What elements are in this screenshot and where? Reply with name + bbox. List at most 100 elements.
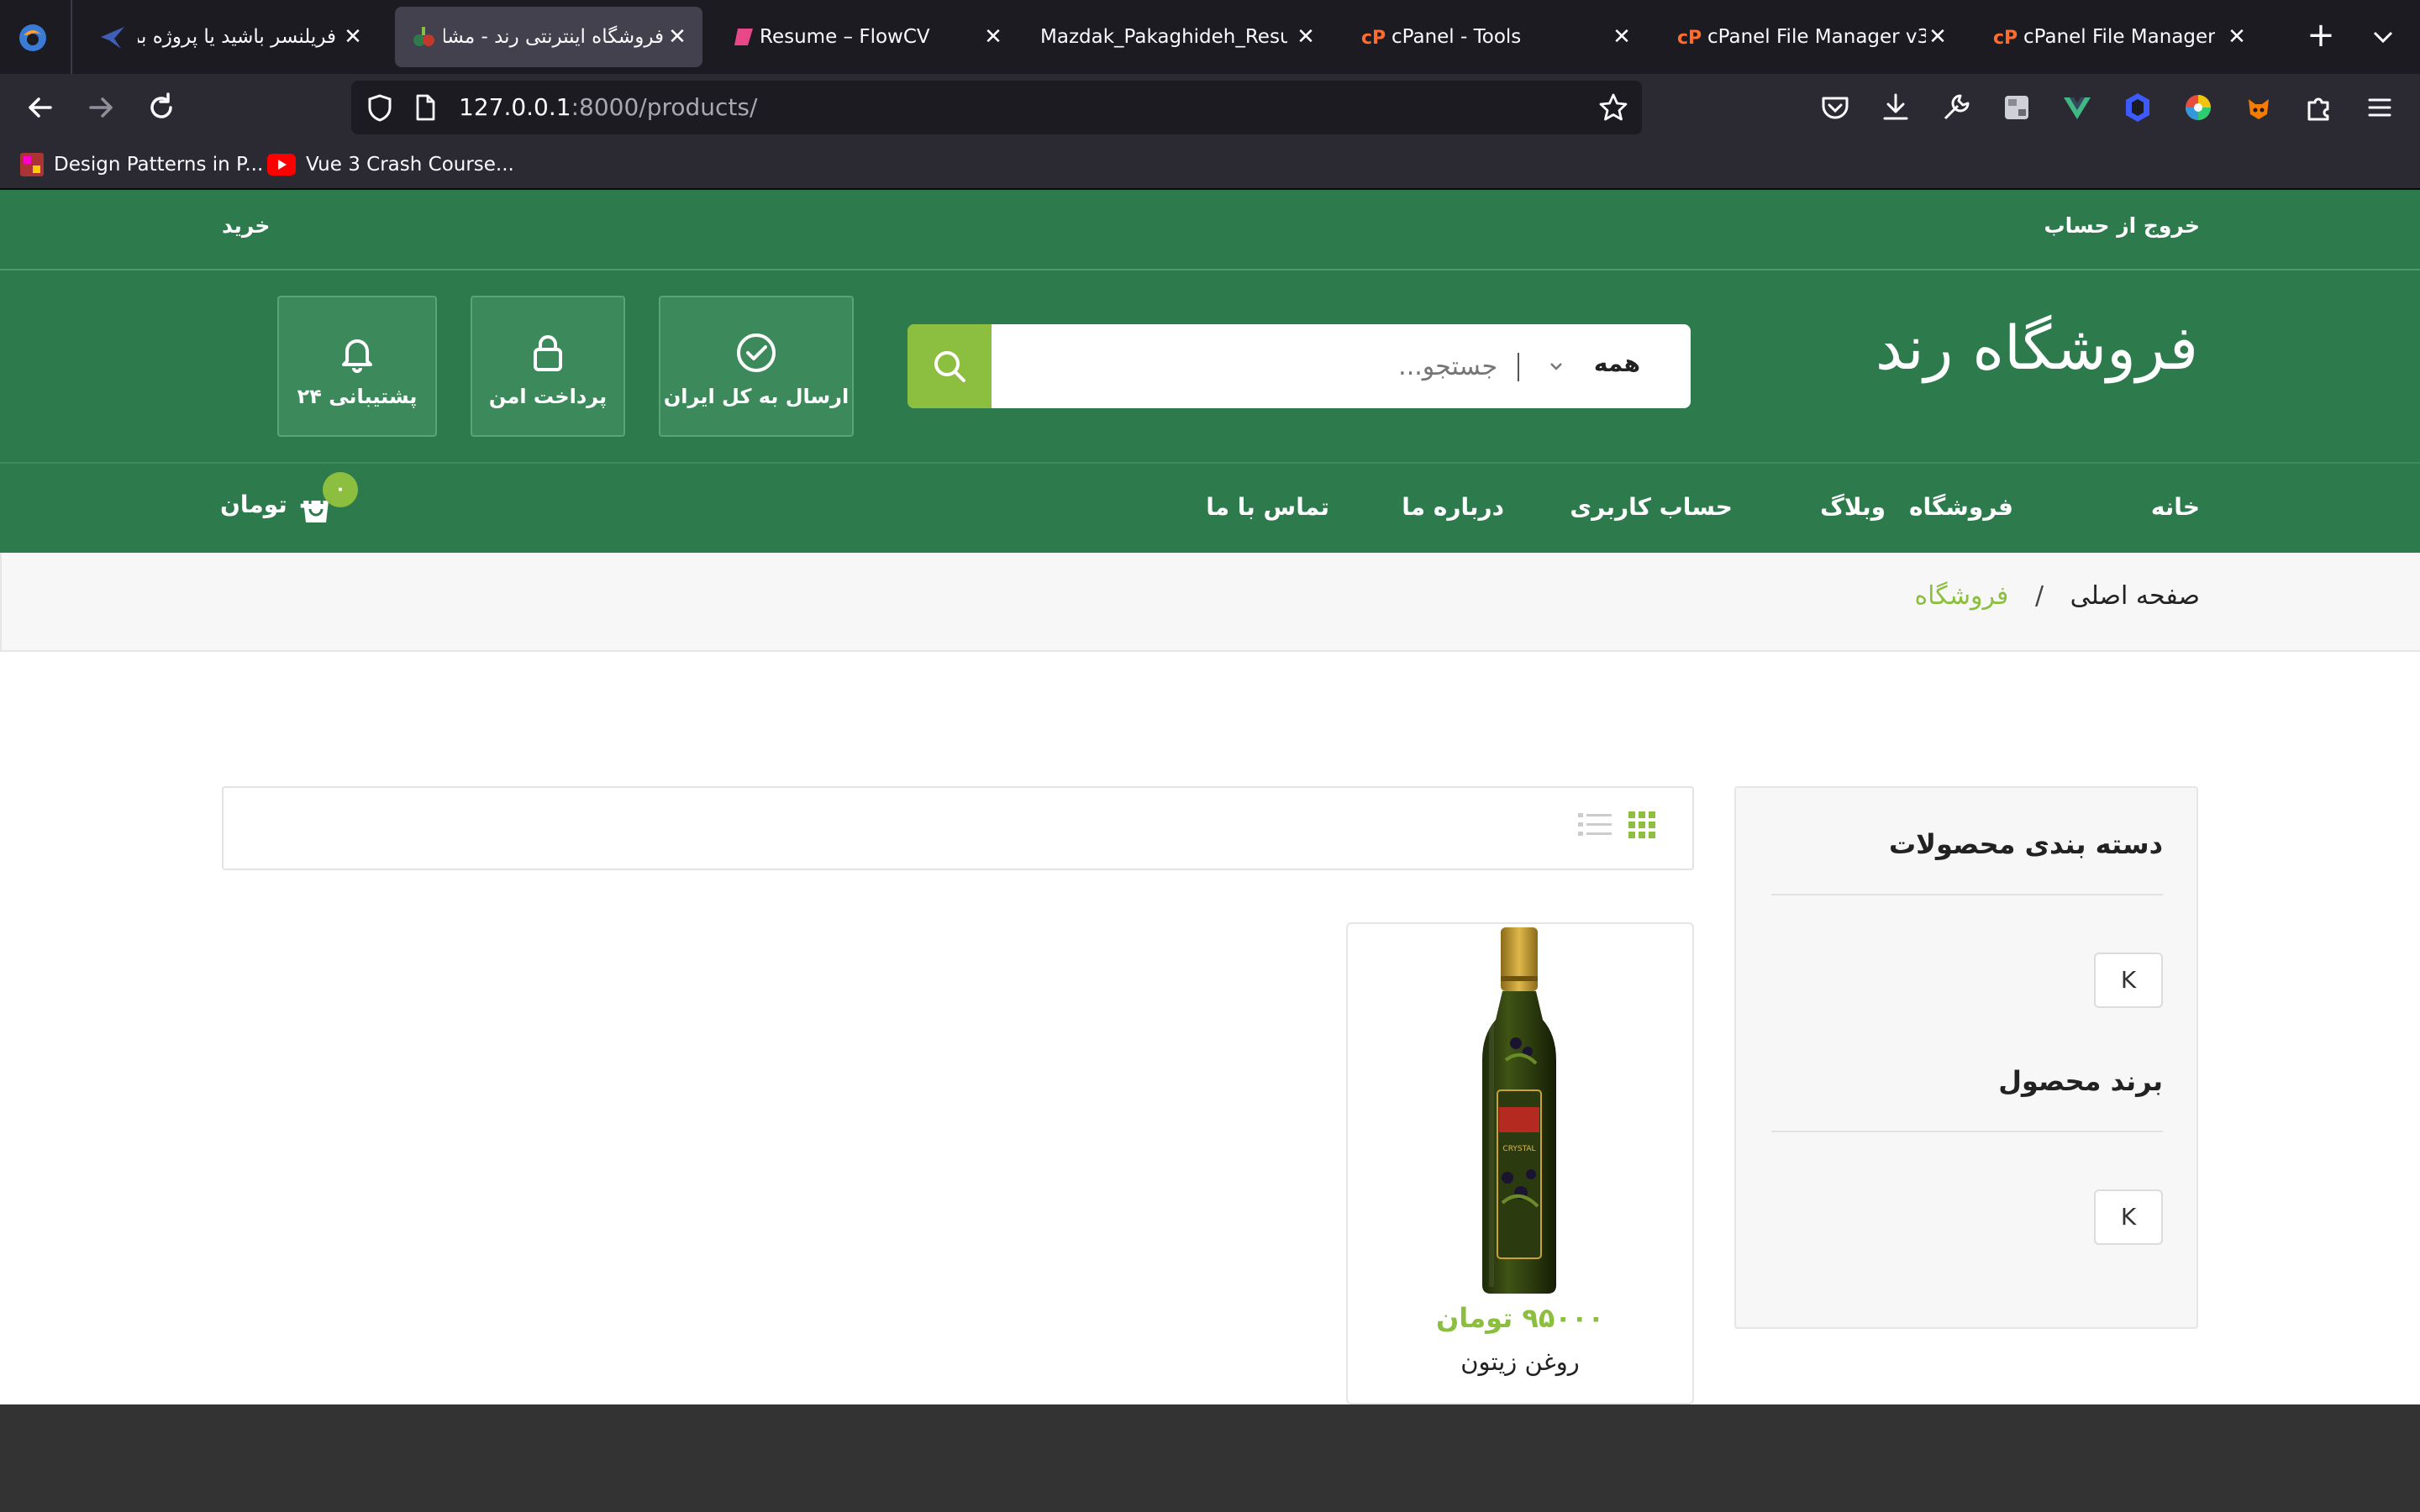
bell-icon xyxy=(335,331,379,375)
extensions-puzzle-icon[interactable] xyxy=(2301,89,2338,126)
nav-home[interactable]: خانه xyxy=(2151,462,2200,553)
pocket-icon[interactable] xyxy=(1817,89,1854,126)
extension-vue-devtools-icon[interactable] xyxy=(2059,89,2096,126)
bookmark-label: Vue 3 Crash Course... xyxy=(306,154,514,176)
bookmark-vue-crash-course[interactable]: Vue 3 Crash Course... xyxy=(267,144,514,185)
site-footer xyxy=(0,1404,2420,1512)
tab-flowcv[interactable]: Resume – FlowCV ✕ xyxy=(716,7,1018,67)
filter-sidebar: دسته بندی محصولات K برند محصول K xyxy=(1734,786,2198,1329)
grid-view-icon[interactable] xyxy=(1625,808,1659,842)
list-tabs-chevron-icon[interactable] xyxy=(2366,20,2400,54)
url-path: :8000/products/ xyxy=(571,93,758,121)
back-arrow-icon[interactable] xyxy=(22,89,59,126)
tab-title: cPanel File Manager v3 xyxy=(1707,26,1926,48)
feature-label: ارسال به کل ایران xyxy=(663,385,850,408)
check-circle-icon xyxy=(734,331,778,375)
breadcrumb: صفحه اصلی / فروشگاه xyxy=(0,553,2420,652)
list-view-icon[interactable] xyxy=(1576,808,1613,842)
bookmark-design-patterns[interactable]: Design Patterns in P... xyxy=(18,144,263,185)
cpanel-icon: cP xyxy=(1677,25,1702,49)
lock-icon xyxy=(526,331,570,375)
bookmark-favicon-icon xyxy=(18,151,45,178)
page-icon[interactable] xyxy=(410,92,440,123)
tab-cpanel-filemanager[interactable]: cP cPanel File Manager v3 ✕ xyxy=(1660,7,1963,67)
search-box: همه xyxy=(908,324,1691,408)
wrench-icon[interactable] xyxy=(1938,89,1975,126)
tab-freelancer[interactable]: فریلنسر باشید یا پروژه برون‌سپاری کنید ✕ xyxy=(82,7,378,67)
extension-color-wheel-icon[interactable] xyxy=(2180,89,2217,126)
nav-shop[interactable]: فروشگاه xyxy=(1909,462,2013,553)
hamburger-menu-icon[interactable] xyxy=(2361,89,2398,126)
breadcrumb-current: فروشگاه xyxy=(1914,581,2009,611)
nav-account[interactable]: حساب کاربری xyxy=(1570,462,1733,553)
cpanel-icon: cP xyxy=(1361,25,1386,49)
extension-screenshot-icon[interactable] xyxy=(1998,89,2035,126)
breadcrumb-home[interactable]: صفحه اصلی xyxy=(2070,581,2200,611)
search-button[interactable] xyxy=(908,324,992,408)
divider xyxy=(1771,894,2163,895)
logout-link[interactable]: خروج از حساب xyxy=(2044,213,2200,238)
svg-text:cP: cP xyxy=(1677,28,1702,49)
close-tab-icon[interactable]: ✕ xyxy=(1924,24,1951,50)
close-tab-icon[interactable]: ✕ xyxy=(1608,24,1635,50)
forward-arrow-icon[interactable] xyxy=(82,89,119,126)
youtube-icon xyxy=(267,154,296,176)
browser-tab-bar: فریلنسر باشید یا پروژه برون‌سپاری کنید ✕… xyxy=(0,0,2420,74)
close-tab-icon[interactable]: ✕ xyxy=(664,24,691,50)
close-tab-icon[interactable]: ✕ xyxy=(2223,24,2250,50)
cart-total: ۰ تومان xyxy=(220,491,310,518)
bookmark-label: Design Patterns in P... xyxy=(54,154,264,176)
tab-title: cPanel File Manager v3 - xyxy=(2023,26,2215,48)
close-tab-icon[interactable]: ✕ xyxy=(1292,24,1319,50)
product-name[interactable]: روغن زیتون xyxy=(1348,1347,1692,1376)
svg-text:cP: cP xyxy=(1361,28,1386,49)
url-host: 127.0.0.1 xyxy=(459,93,571,121)
nav-contact[interactable]: تماس با ما xyxy=(1206,462,1329,553)
cart-count-badge: ۰ xyxy=(323,472,358,507)
downloads-icon[interactable] xyxy=(1877,89,1914,126)
new-tab-button[interactable]: + xyxy=(2302,17,2339,54)
divider xyxy=(1771,1131,2163,1132)
tab-resume-pdf[interactable]: Mazdak_Pakaghideh_Resume ✕ xyxy=(1028,7,1331,67)
tab-title: فروشگاه اینترنتی رند - مشاهده xyxy=(444,26,664,48)
cart-button[interactable]: ۰ تومان ۰ xyxy=(220,470,371,546)
tab-rand-store[interactable]: فروشگاه اینترنتی رند - مشاهده ✕ xyxy=(395,7,702,67)
feature-label: پشتیبانی ۲۴ xyxy=(297,385,418,408)
cpanel-icon: cP xyxy=(1993,25,2018,49)
bookmark-star-icon[interactable] xyxy=(1597,91,1630,124)
product-image[interactable]: CRYSTAL xyxy=(1472,926,1566,1295)
close-tab-icon[interactable]: ✕ xyxy=(980,24,1007,50)
url-bar[interactable]: 127.0.0.1:8000/products/ xyxy=(351,81,1642,134)
bottle-label-text: CRYSTAL xyxy=(1502,1145,1535,1153)
tab-cpanel-tools[interactable]: cP cPanel - Tools ✕ xyxy=(1344,7,1647,67)
tab-title: cPanel - Tools xyxy=(1392,26,1522,48)
feature-shipping: ارسال به کل ایران xyxy=(659,296,854,437)
site-top-strip: خروج از حساب خرید xyxy=(0,190,2420,270)
reload-icon[interactable] xyxy=(143,89,180,126)
tab-cpanel-filemanager-2[interactable]: cP cPanel File Manager v3 - ✕ xyxy=(1976,7,2262,67)
url-text[interactable]: 127.0.0.1:8000/products/ xyxy=(459,81,757,134)
brand-chip[interactable]: K xyxy=(2094,1189,2163,1245)
extension-hexagon-icon[interactable] xyxy=(2119,89,2156,126)
product-price: ۹۵۰۰۰ تومان xyxy=(1435,1302,1604,1334)
svg-text:cP: cP xyxy=(1993,28,2018,49)
shield-icon[interactable] xyxy=(363,91,397,124)
buy-link[interactable]: خرید xyxy=(222,213,270,238)
freelancer-site-icon xyxy=(99,25,124,49)
nav-about[interactable]: درباره ما xyxy=(1402,462,1504,553)
rand-store-favicon xyxy=(412,25,437,49)
search-input[interactable] xyxy=(1010,341,1497,391)
feature-secure-payment: پرداخت امن xyxy=(471,296,625,437)
tab-title: فریلنسر باشید یا پروژه برون‌سپاری کنید xyxy=(138,26,336,48)
search-icon xyxy=(931,348,968,385)
category-chip[interactable]: K xyxy=(2094,953,2163,1008)
search-category-select[interactable]: همه xyxy=(1514,324,1691,408)
close-tab-icon[interactable]: ✕ xyxy=(339,24,366,50)
site-logo[interactable]: فروشگاه رند xyxy=(1876,312,2198,383)
extension-fox-icon[interactable] xyxy=(2240,89,2277,126)
firefox-view-icon[interactable] xyxy=(15,20,50,55)
tab-title: Mazdak_Pakaghideh_Resume xyxy=(1040,26,1287,48)
nav-blog[interactable]: وبلاگ xyxy=(1820,462,1886,553)
product-card[interactable]: CRYSTAL ۹۵۰۰۰ تومان روغن زیتون xyxy=(1346,922,1694,1404)
breadcrumb-separator: / xyxy=(2034,581,2044,611)
